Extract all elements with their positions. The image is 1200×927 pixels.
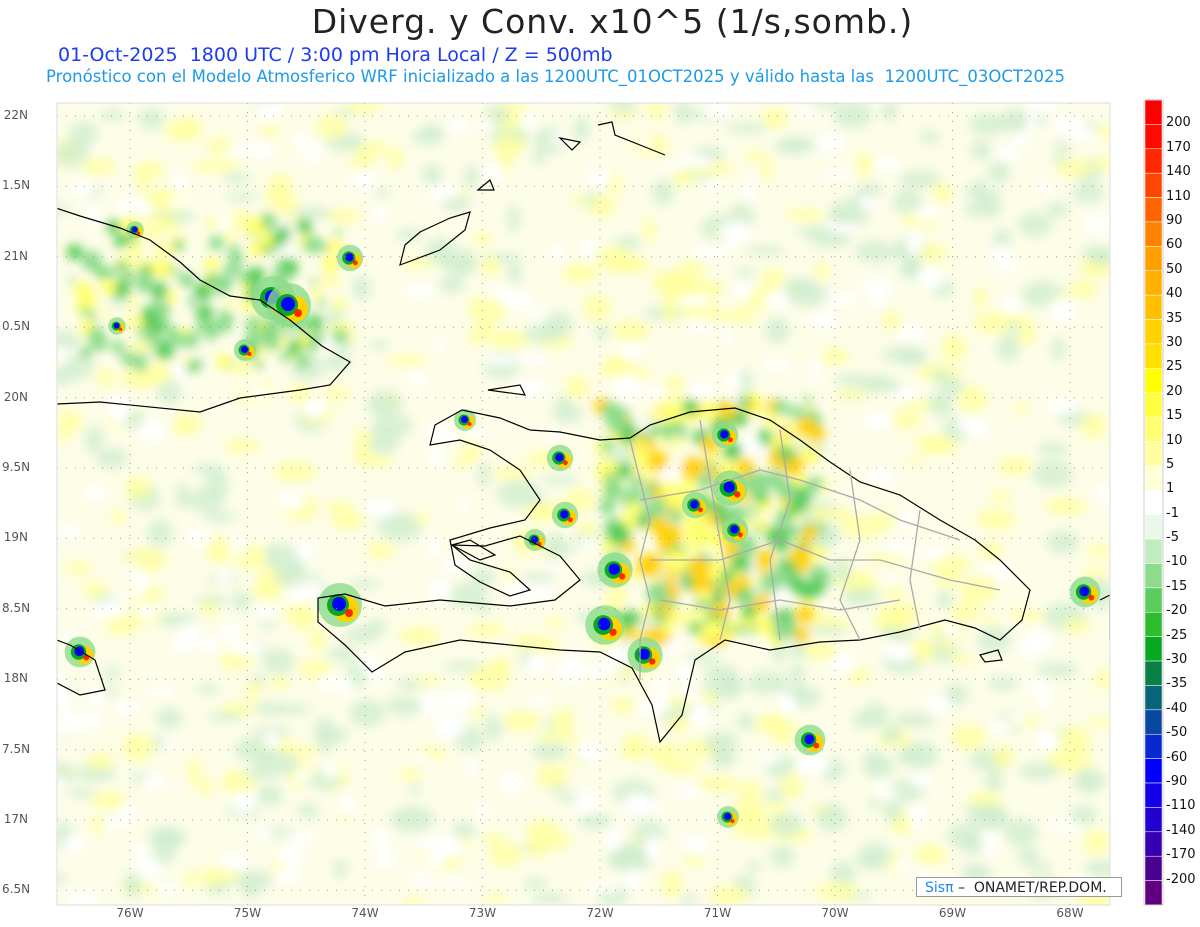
- lon-label: 68W: [1056, 906, 1084, 920]
- lon-label: 76W: [116, 906, 144, 920]
- lat-label: 7.5N: [2, 741, 31, 756]
- colorbar-label: 140: [1166, 164, 1191, 180]
- lat-label: 21N: [3, 248, 28, 263]
- lat-label: 1.5N: [2, 178, 31, 193]
- colorbar-label: 200: [1166, 115, 1191, 131]
- credit-text: – ONAMET/REP.DOM.: [953, 880, 1107, 896]
- colorbar-label: 110: [1166, 188, 1191, 204]
- lat-label: 22N: [3, 108, 28, 122]
- colorbar-label: -30: [1166, 652, 1188, 668]
- lat-label: 17N: [3, 812, 28, 826]
- colorbar-label: 20: [1166, 383, 1183, 399]
- lon-label: 71W: [703, 906, 732, 920]
- colorbar-label: 1: [1166, 481, 1175, 497]
- colorbar-label: -5: [1166, 530, 1179, 546]
- colorbar-label: 40: [1166, 286, 1183, 302]
- lat-label: 20N: [3, 389, 28, 404]
- colorbar-label: 170: [1166, 139, 1191, 155]
- colorbar-label: -20: [1166, 603, 1188, 619]
- lon-label: 70W: [821, 906, 849, 920]
- colorbar-label: -60: [1166, 749, 1188, 765]
- colorbar-label: 25: [1166, 359, 1183, 375]
- colorbar-label: -140: [1166, 822, 1196, 838]
- colorbar-label: -200: [1166, 871, 1196, 887]
- lon-label: 73W: [468, 906, 497, 920]
- colorbar-label: -40: [1166, 700, 1188, 716]
- lat-label: 18N: [3, 671, 28, 686]
- colorbar-label: -110: [1166, 798, 1196, 814]
- lat-label: 19N: [3, 530, 28, 545]
- lon-label: 74W: [351, 906, 379, 920]
- colorbar-label: 60: [1166, 237, 1183, 253]
- lat-label: 9.5N: [2, 460, 31, 474]
- colorbar-label: -35: [1166, 676, 1188, 692]
- colorbar-label: -170: [1166, 847, 1196, 863]
- colorbar-label: 50: [1166, 261, 1183, 277]
- colorbar-label: -10: [1166, 554, 1188, 570]
- colorbar-label: -1: [1166, 505, 1179, 521]
- colorbar-label: 30: [1166, 334, 1183, 350]
- colorbar-label: 35: [1166, 310, 1183, 326]
- lat-label: 0.5N: [2, 319, 31, 334]
- colorbar-label: 5: [1166, 456, 1175, 472]
- lat-label: 6.5N: [2, 882, 31, 897]
- sispi-logo: Sisπ: [925, 880, 954, 896]
- axis-labels: 22N 1.5N 21N 0.5N 20N 9.5N 19N 8.5N 18N 7.5N 17N 6.…: [0, 0, 1200, 927]
- lat-label: 8.5N: [2, 600, 31, 615]
- colorbar-label: 15: [1166, 408, 1183, 424]
- colorbar-label: -15: [1166, 578, 1188, 594]
- lon-label: 69W: [938, 906, 967, 920]
- credit-box: Sisπ – ONAMET/REP.DOM.: [916, 877, 1122, 897]
- colorbar-label: 90: [1166, 212, 1183, 228]
- lon-label: 75W: [233, 906, 262, 920]
- colorbar-label: -50: [1166, 725, 1188, 741]
- lon-label: 72W: [586, 906, 614, 920]
- colorbar-label: -25: [1166, 627, 1188, 643]
- colorbar-label: -90: [1166, 774, 1188, 790]
- colorbar-label: 10: [1166, 432, 1183, 448]
